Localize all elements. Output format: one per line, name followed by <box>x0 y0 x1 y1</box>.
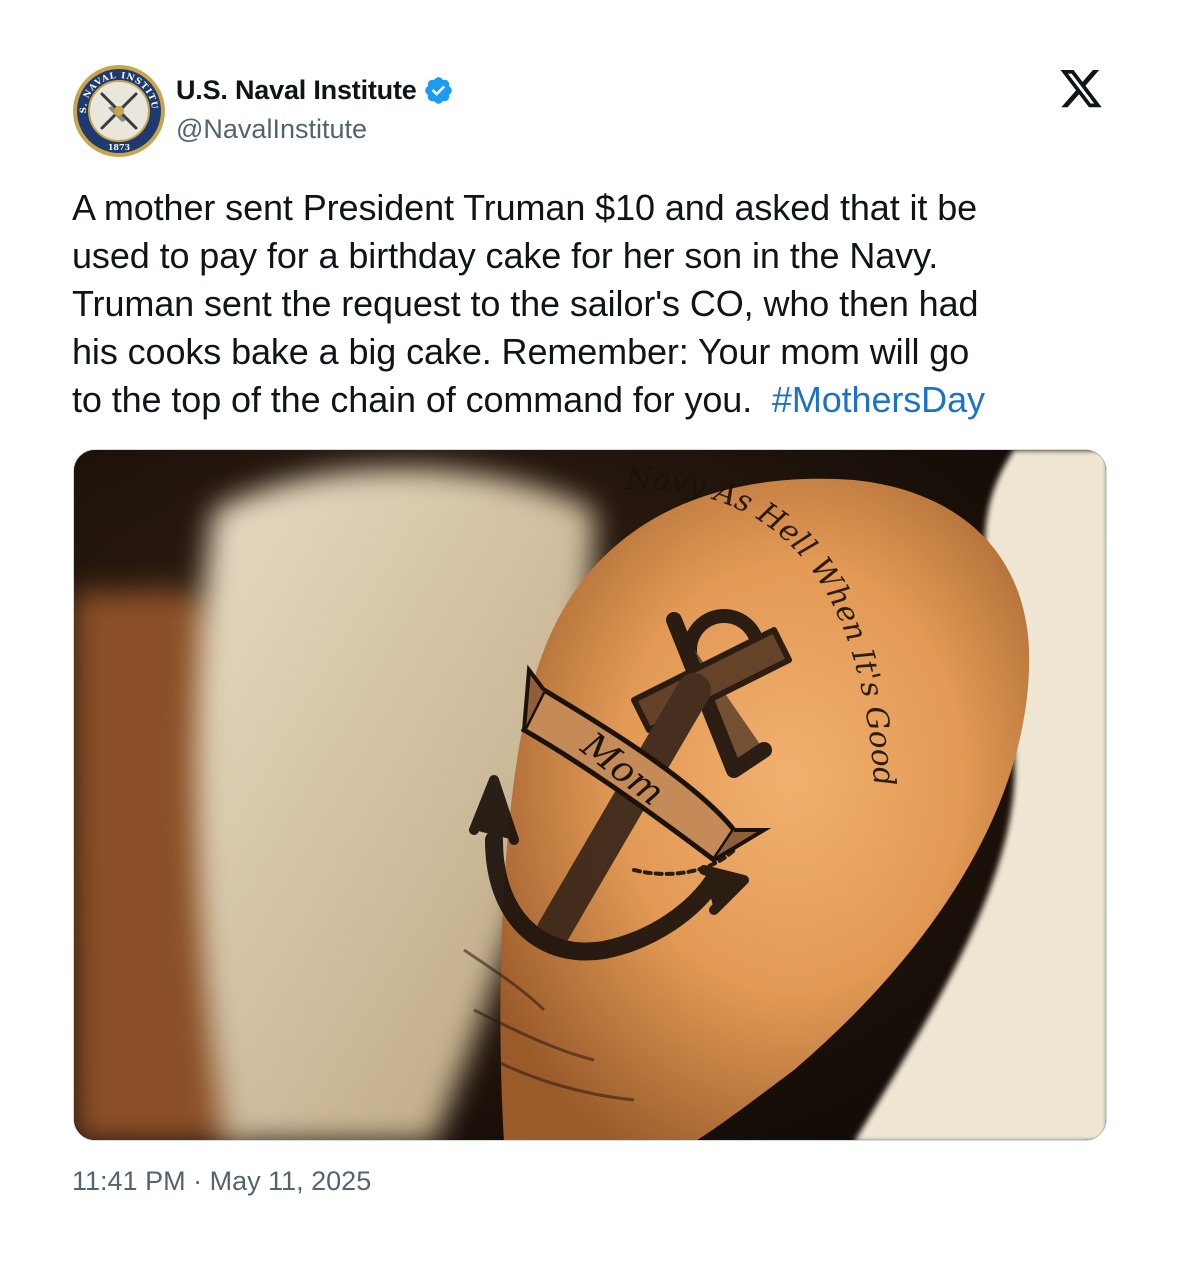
x-logo-icon[interactable] <box>1058 70 1104 112</box>
tweet-timestamp[interactable]: 11:41 PM · May 11, 2025 <box>72 1166 371 1197</box>
tweet-text-line: used to pay for a birthday cake for her … <box>72 235 939 276</box>
tweet-text-line: Truman sent the request to the sailor's … <box>72 283 979 324</box>
tweet-text-line: to the top of the chain of command for y… <box>72 379 763 420</box>
display-name[interactable]: U.S. Naval Institute <box>176 75 417 106</box>
tweet-card: U.S. NAVAL INSTITUTE 1873 U.S. Naval Ins… <box>0 0 1180 1270</box>
avatar[interactable]: U.S. NAVAL INSTITUTE 1873 <box>72 64 166 158</box>
anchor-tattoo-photo: Navy As Hell When It's Good Mom <box>74 450 1106 1140</box>
naval-institute-seal-icon: U.S. NAVAL INSTITUTE 1873 <box>72 64 165 157</box>
tweet-text-line: A mother sent President Truman $10 and a… <box>72 187 978 228</box>
handle[interactable]: @NavalInstitute <box>176 114 454 145</box>
verified-badge-icon <box>423 75 454 106</box>
tweet-text-line: his cooks bake a big cake. Remember: You… <box>72 331 970 372</box>
tweet-time: 11:41 PM <box>72 1166 186 1196</box>
tweet-text: A mother sent President Truman $10 and a… <box>72 184 1122 424</box>
tweet-header: U.S. NAVAL INSTITUTE 1873 U.S. Naval Ins… <box>72 64 1112 160</box>
timestamp-separator: · <box>193 1166 203 1196</box>
seal-year-text: 1873 <box>108 142 131 152</box>
author-info: U.S. Naval Institute @NavalInstitute <box>176 72 454 145</box>
hashtag-link[interactable]: #MothersDay <box>772 379 985 420</box>
tweet-text-last-line: to the top of the chain of command for y… <box>72 376 1122 424</box>
tweet-date: May 11, 2025 <box>209 1166 372 1196</box>
name-row: U.S. Naval Institute <box>176 72 454 108</box>
tweet-photo[interactable]: Navy As Hell When It's Good Mom <box>73 449 1107 1141</box>
